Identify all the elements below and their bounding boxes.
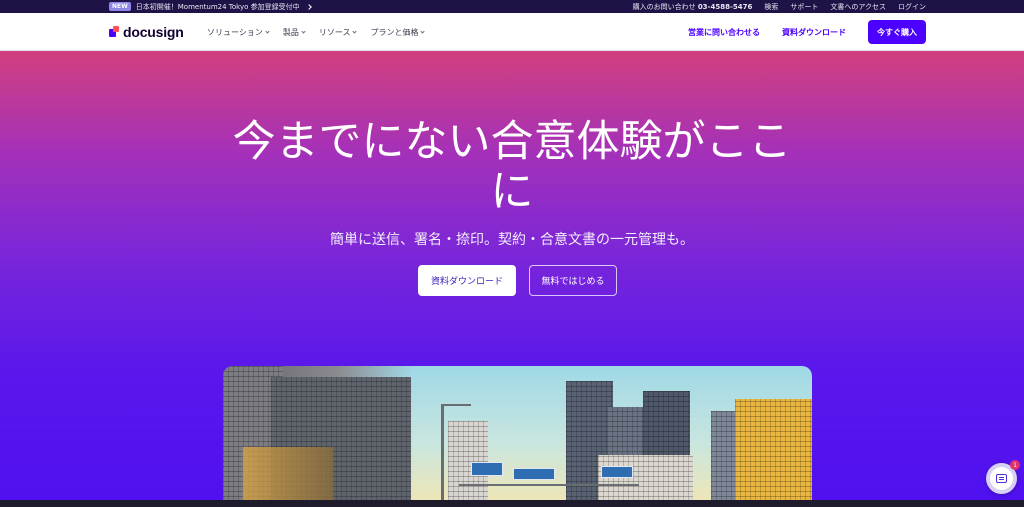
contact-sales-link[interactable]: 営業に問い合わせる bbox=[688, 27, 760, 38]
utility-nav: 購入のお問い合わせ 03-4588-5476 検索 サポート 文書へのアクセス … bbox=[633, 0, 926, 13]
unread-count-badge: 1 bbox=[1010, 460, 1020, 470]
login-link[interactable]: ログイン bbox=[898, 2, 926, 12]
chevron-down-icon bbox=[352, 28, 358, 34]
announcement-text: 日本初開催！Momentum24 Tokyo 参加登録受付中 bbox=[135, 2, 300, 11]
search-link[interactable]: 検索 bbox=[764, 2, 778, 12]
chevron-down-icon bbox=[420, 28, 426, 34]
main-nav: docusign ソリューション 製品 リソース プランと価格 営業に問い合わせ… bbox=[0, 13, 1024, 51]
hero-title: 今までにない合意体験がここに bbox=[232, 117, 792, 217]
logo-text: docusign bbox=[123, 24, 184, 40]
hero-subtitle: 簡単に送信、署名・捺印。契約・合意文書の一元管理も。 bbox=[330, 232, 694, 248]
nav-actions: 営業に問い合わせる 資料ダウンロード 今すぐ購入 bbox=[688, 13, 926, 51]
hero-city-image bbox=[223, 366, 812, 507]
hero-buttons: 資料ダウンロード 無料ではじめる bbox=[418, 265, 617, 296]
download-link[interactable]: 資料ダウンロード bbox=[782, 27, 846, 38]
docusign-logo[interactable]: docusign bbox=[109, 24, 184, 40]
announcement-link[interactable]: NEW 日本初開催！Momentum24 Tokyo 参加登録受付中 bbox=[109, 0, 312, 13]
chevron-down-icon bbox=[265, 28, 270, 34]
support-link[interactable]: サポート bbox=[790, 2, 818, 12]
top-bar: NEW 日本初開催！Momentum24 Tokyo 参加登録受付中 購入のお問… bbox=[0, 0, 1024, 13]
hero-section: 今までにない合意体験がここに 簡単に送信、署名・捺印。契約・合意文書の一元管理も… bbox=[0, 51, 1024, 507]
new-badge: NEW bbox=[109, 2, 131, 11]
logo-mark-icon bbox=[109, 26, 120, 38]
download-materials-button[interactable]: 資料ダウンロード bbox=[418, 265, 516, 296]
chevron-down-icon bbox=[301, 28, 306, 34]
start-free-button[interactable]: 無料ではじめる bbox=[529, 265, 617, 296]
chat-icon bbox=[996, 474, 1007, 483]
nav-menu: ソリューション 製品 リソース プランと価格 bbox=[207, 13, 426, 51]
bottom-strip bbox=[0, 500, 1024, 507]
menu-item-resources[interactable]: リソース bbox=[319, 27, 358, 38]
menu-item-solutions[interactable]: ソリューション bbox=[207, 27, 270, 38]
buy-now-button[interactable]: 今すぐ購入 bbox=[868, 20, 926, 44]
chevron-right-icon bbox=[305, 3, 312, 10]
document-access-link[interactable]: 文書へのアクセス bbox=[830, 2, 886, 12]
chat-button[interactable]: 1 bbox=[986, 460, 1020, 494]
phone-contact[interactable]: 購入のお問い合わせ 03-4588-5476 bbox=[633, 2, 753, 12]
menu-item-products[interactable]: 製品 bbox=[283, 27, 306, 38]
menu-item-pricing[interactable]: プランと価格 bbox=[370, 27, 426, 38]
